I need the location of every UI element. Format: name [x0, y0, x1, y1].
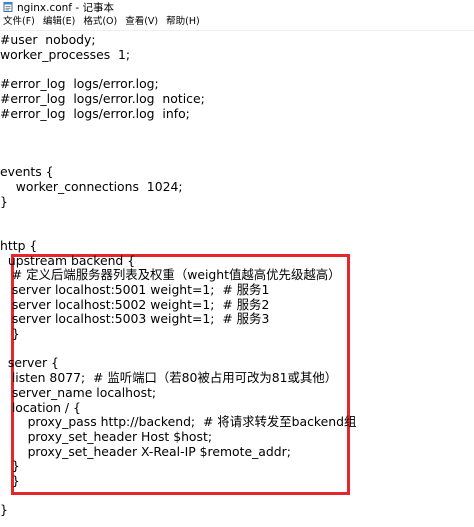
code-line: #error_log logs/error.log info;	[0, 105, 190, 121]
text-editor-area[interactable]: #user nobody; worker_processes 1; #error_l…	[0, 31, 474, 527]
menu-view[interactable]: 查看(V)	[121, 14, 162, 30]
menu-edit[interactable]: 编辑(E)	[39, 14, 79, 30]
code-line: }	[0, 502, 8, 518]
code-line: }	[0, 473, 20, 488]
code-line: worker_connections 1024;	[0, 179, 183, 194]
code-line: worker_processes 1;	[0, 46, 131, 62]
menu-file[interactable]: 文件(F)	[0, 14, 39, 30]
menu-help[interactable]: 帮助(H)	[162, 14, 204, 30]
menu-bar: 文件(F) 编辑(E) 格式(O) 查看(V) 帮助(H)	[0, 14, 474, 31]
code-line: proxy_set_header X-Real-IP $remote_addr;	[0, 443, 291, 459]
code-line: }	[0, 193, 8, 209]
code-line: }	[0, 326, 20, 341]
notepad-icon	[3, 2, 13, 12]
code-line: server localhost:5003 weight=1; # 服务3	[0, 311, 270, 327]
title-bar[interactable]: nginx.conf - 记事本	[0, 0, 474, 14]
menu-format[interactable]: 格式(O)	[79, 14, 121, 30]
notepad-window: nginx.conf - 记事本 文件(F) 编辑(E) 格式(O) 查看(V)…	[0, 0, 474, 527]
window-title: nginx.conf - 记事本	[17, 1, 114, 14]
